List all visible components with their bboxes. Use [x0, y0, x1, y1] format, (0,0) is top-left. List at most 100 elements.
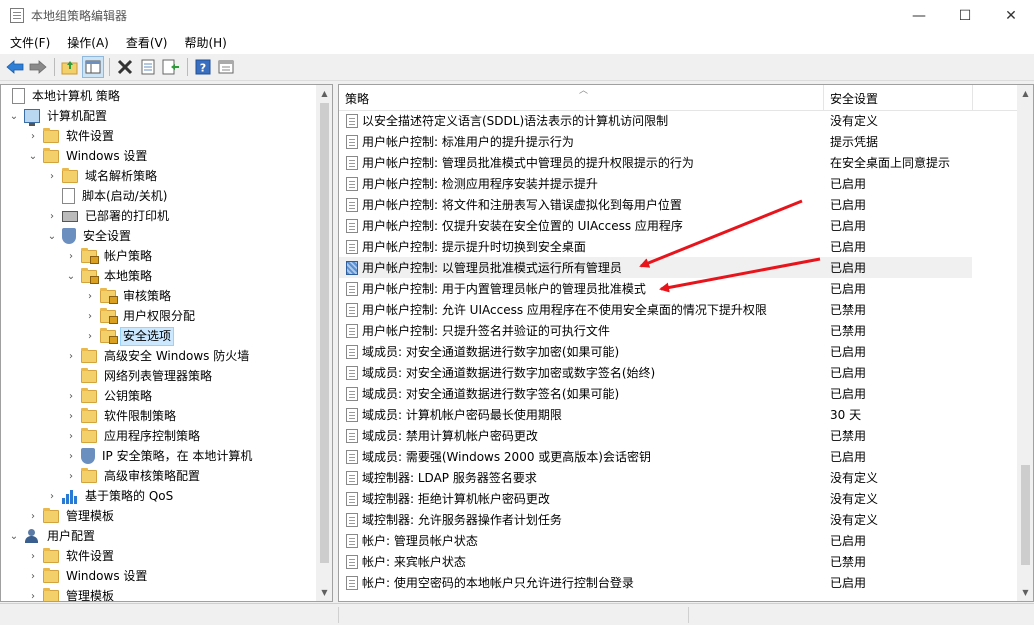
- export-list-icon[interactable]: [160, 56, 182, 78]
- column-header-policy[interactable]: 策略: [339, 85, 823, 111]
- tree-item[interactable]: › 基于策略的 QoS: [46, 486, 176, 506]
- policy-row[interactable]: 以安全描述符定义语言(SDDL)语法表示的计算机访问限制 没有定义: [339, 110, 972, 131]
- tree-item[interactable]: 脚本(启动/关机): [46, 186, 170, 206]
- policy-row[interactable]: 帐户: 来宾帐户状态 已禁用: [339, 551, 972, 572]
- tree-scroll-thumb[interactable]: [320, 103, 329, 563]
- policy-row[interactable]: 用户帐户控制: 检测应用程序安装并提示提升 已启用: [339, 173, 972, 194]
- collapsed-chevron-icon[interactable]: ›: [27, 590, 39, 602]
- menu-action[interactable]: 操作(A): [57, 34, 116, 51]
- policy-row[interactable]: 域成员: 对安全通道数据进行数字签名(如果可能) 已启用: [339, 383, 972, 404]
- policy-row[interactable]: 域成员: 禁用计算机帐户密码更改 已禁用: [339, 425, 972, 446]
- policy-row[interactable]: 用户帐户控制: 用于内置管理员帐户的管理员批准模式 已启用: [339, 278, 972, 299]
- policy-row[interactable]: 域成员: 计算机帐户密码最长使用期限 30 天: [339, 404, 972, 425]
- minimize-button[interactable]: —: [896, 0, 942, 31]
- maximize-button[interactable]: ☐: [942, 0, 988, 31]
- policy-row[interactable]: 用户帐户控制: 允许 UIAccess 应用程序在不使用安全桌面的情况下提升权限…: [339, 299, 972, 320]
- column-divider[interactable]: [972, 85, 973, 111]
- tree-item[interactable]: › 软件设置: [27, 546, 117, 566]
- policy-row[interactable]: 用户帐户控制: 仅提升安装在安全位置的 UIAccess 应用程序 已启用: [339, 215, 972, 236]
- help-icon[interactable]: ?: [192, 56, 214, 78]
- menu-help[interactable]: 帮助(H): [174, 34, 233, 51]
- collapsed-chevron-icon[interactable]: ›: [65, 410, 77, 422]
- tree-item[interactable]: 本地计算机 策略: [8, 86, 123, 106]
- list-scroll-thumb[interactable]: [1021, 465, 1030, 565]
- tree-item[interactable]: › 审核策略: [84, 286, 174, 306]
- collapsed-chevron-icon[interactable]: ›: [46, 170, 58, 182]
- policy-row[interactable]: 用户帐户控制: 以管理员批准模式运行所有管理员 已启用: [339, 257, 972, 278]
- collapsed-chevron-icon[interactable]: ›: [27, 510, 39, 522]
- tree-item[interactable]: ⌄ 计算机配置: [8, 106, 110, 126]
- expanded-chevron-icon[interactable]: ⌄: [65, 270, 77, 282]
- policy-row[interactable]: 域控制器: LDAP 服务器签名要求 没有定义: [339, 467, 972, 488]
- tree-item[interactable]: › 管理模板: [27, 586, 117, 602]
- policy-row[interactable]: 用户帐户控制: 提示提升时切换到安全桌面 已启用: [339, 236, 972, 257]
- tree-item[interactable]: › 用户权限分配: [84, 306, 198, 326]
- tree-item[interactable]: ⌄ 安全设置: [46, 226, 134, 246]
- tree-item[interactable]: › 管理模板: [27, 506, 117, 526]
- show-hide-tree-icon[interactable]: [82, 56, 104, 78]
- close-button[interactable]: ✕: [988, 0, 1034, 31]
- policy-row[interactable]: 域成员: 需要强(Windows 2000 或更高版本)会话密钥 已启用: [339, 446, 972, 467]
- collapsed-chevron-icon[interactable]: ›: [84, 330, 96, 342]
- view-icon[interactable]: [215, 56, 237, 78]
- collapsed-chevron-icon[interactable]: ›: [27, 130, 39, 142]
- tree-item[interactable]: ⌄ 用户配置: [8, 526, 98, 546]
- scroll-down-icon[interactable]: ▼: [316, 584, 332, 601]
- collapsed-chevron-icon[interactable]: ›: [84, 310, 96, 322]
- forward-icon[interactable]: [27, 56, 49, 78]
- scroll-up-icon[interactable]: ▲: [316, 85, 332, 102]
- collapsed-chevron-icon[interactable]: ›: [84, 290, 96, 302]
- collapsed-chevron-icon[interactable]: ›: [27, 570, 39, 582]
- policy-list-pane[interactable]: ︿ 策略 安全设置 以安全描述符定义语言(SDDL)语法表示的计算机访问限制 没有…: [338, 84, 1034, 602]
- properties-icon[interactable]: [137, 56, 159, 78]
- collapsed-chevron-icon[interactable]: ›: [65, 430, 77, 442]
- up-folder-icon[interactable]: [59, 56, 81, 78]
- policy-row[interactable]: 域控制器: 拒绝计算机帐户密码更改 没有定义: [339, 488, 972, 509]
- list-vertical-scrollbar[interactable]: ▲ ▼: [1017, 85, 1033, 601]
- menu-file[interactable]: 文件(F): [0, 34, 57, 51]
- expanded-chevron-icon[interactable]: ⌄: [27, 150, 39, 162]
- delete-icon[interactable]: [114, 56, 136, 78]
- tree-item[interactable]: › 应用程序控制策略: [65, 426, 203, 446]
- menu-view[interactable]: 查看(V): [116, 34, 175, 51]
- policy-row[interactable]: 帐户: 管理员帐户状态 已启用: [339, 530, 972, 551]
- back-icon[interactable]: [4, 56, 26, 78]
- collapsed-chevron-icon[interactable]: ›: [65, 350, 77, 362]
- tree-item[interactable]: › 域名解析策略: [46, 166, 160, 186]
- policy-row[interactable]: 域控制器: 允许服务器操作者计划任务 没有定义: [339, 509, 972, 530]
- tree-item[interactable]: › 已部署的打印机: [46, 206, 172, 226]
- policy-row[interactable]: 域成员: 对安全通道数据进行数字加密(如果可能) 已启用: [339, 341, 972, 362]
- tree-item[interactable]: ⌄ 本地策略: [65, 266, 155, 286]
- collapsed-chevron-icon[interactable]: ›: [27, 550, 39, 562]
- collapsed-chevron-icon[interactable]: ›: [65, 250, 77, 262]
- policy-row[interactable]: 用户帐户控制: 管理员批准模式中管理员的提升权限提示的行为 在安全桌面上同意提示: [339, 152, 972, 173]
- tree-item[interactable]: › 高级安全 Windows 防火墙: [65, 346, 252, 366]
- tree-vertical-scrollbar[interactable]: ▲ ▼: [316, 85, 332, 601]
- collapsed-chevron-icon[interactable]: ›: [65, 390, 77, 402]
- policy-row[interactable]: 帐户: 使用空密码的本地帐户只允许进行控制台登录 已启用: [339, 572, 972, 593]
- tree-item[interactable]: › 高级审核策略配置: [65, 466, 203, 486]
- column-header-setting[interactable]: 安全设置: [824, 85, 972, 111]
- tree-item[interactable]: › 帐户策略: [65, 246, 155, 266]
- tree-item[interactable]: ⌄ Windows 设置: [27, 146, 150, 166]
- tree-item[interactable]: › 软件设置: [27, 126, 117, 146]
- policy-row[interactable]: 用户帐户控制: 只提升签名并验证的可执行文件 已禁用: [339, 320, 972, 341]
- collapsed-chevron-icon[interactable]: ›: [65, 470, 77, 482]
- scroll-down-icon[interactable]: ▼: [1017, 584, 1033, 601]
- collapsed-chevron-icon[interactable]: ›: [65, 450, 77, 462]
- expanded-chevron-icon[interactable]: ⌄: [8, 110, 20, 122]
- tree-item[interactable]: › Windows 设置: [27, 566, 150, 586]
- expanded-chevron-icon[interactable]: ⌄: [8, 530, 20, 542]
- policy-row[interactable]: 用户帐户控制: 将文件和注册表写入错误虚拟化到每用户位置 已启用: [339, 194, 972, 215]
- collapsed-chevron-icon[interactable]: ›: [46, 490, 58, 502]
- policy-row[interactable]: 域成员: 对安全通道数据进行数字加密或数字签名(始终) 已启用: [339, 362, 972, 383]
- tree-item[interactable]: › IP 安全策略，在 本地计算机: [65, 446, 255, 466]
- tree-item[interactable]: › 公钥策略: [65, 386, 155, 406]
- tree-item[interactable]: › 安全选项: [84, 326, 175, 346]
- tree-item[interactable]: › 软件限制策略: [65, 406, 179, 426]
- expanded-chevron-icon[interactable]: ⌄: [46, 230, 58, 242]
- collapsed-chevron-icon[interactable]: ›: [46, 210, 58, 222]
- policy-row[interactable]: 用户帐户控制: 标准用户的提升提示行为 提示凭据: [339, 131, 972, 152]
- tree-pane[interactable]: 本地计算机 策略 ⌄ 计算机配置 › 软件设置 ⌄ Windows 设置 › 域名解析策略 脚本(…: [0, 84, 333, 602]
- scroll-up-icon[interactable]: ▲: [1017, 85, 1033, 102]
